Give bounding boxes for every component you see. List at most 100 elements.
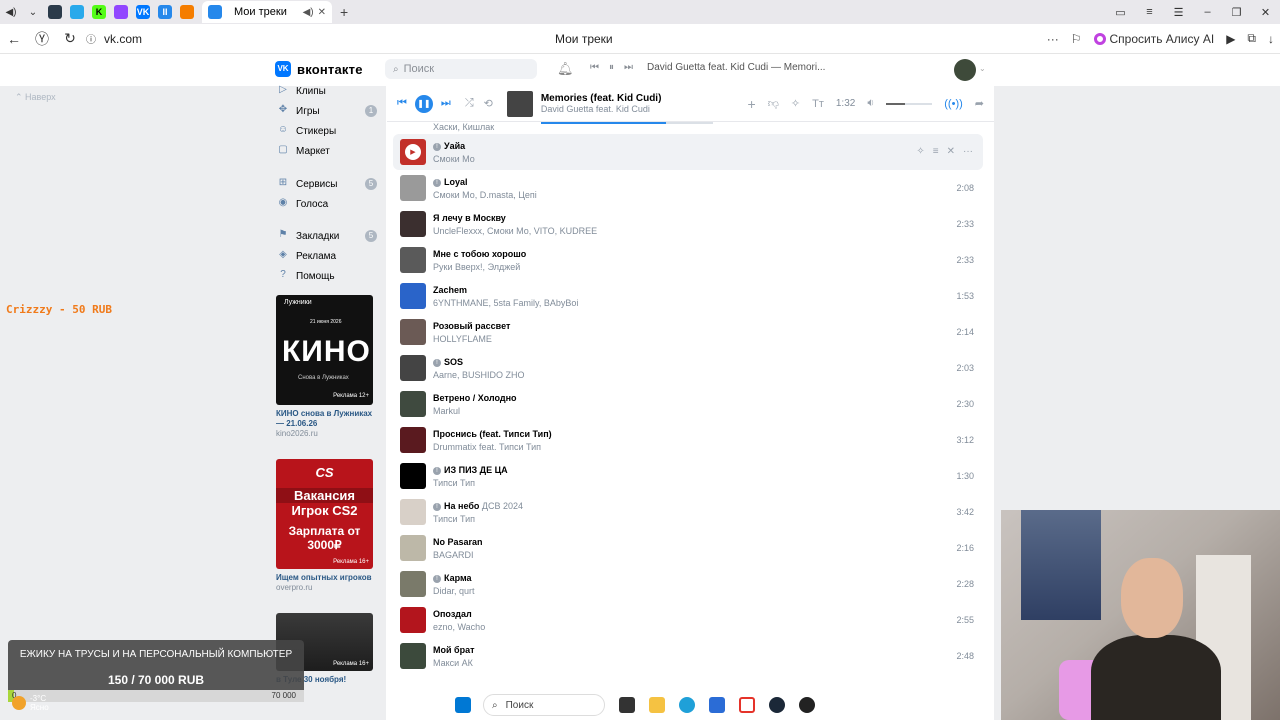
track-cover[interactable] — [400, 571, 426, 597]
downloads-icon[interactable]: ↓ — [1268, 32, 1274, 46]
pinned-tab-donation[interactable] — [180, 5, 194, 19]
sidebar-item-market[interactable]: ▢ Маркет — [276, 144, 377, 158]
pause-button[interactable]: ❚❚ — [414, 94, 433, 113]
tab-mute-icon[interactable]: ◀) — [303, 7, 314, 18]
sidebar-item-clips[interactable]: ▷ Клипы — [276, 84, 377, 98]
ad-image[interactable]: CS Вакансия Игрок CS2 Зарплата от 3000₽ … — [276, 459, 373, 569]
track-title-line[interactable]: ! Карма — [433, 573, 472, 583]
sparkle-icon[interactable]: ✧ — [791, 97, 800, 110]
track-cover[interactable] — [400, 355, 426, 381]
ad-image[interactable]: Лужники 21 июня 2026 КИНО Снова в Лужник… — [276, 295, 373, 405]
track-title-line[interactable]: ! ИЗ ПИЗ ДЕ ЦА — [433, 465, 508, 475]
track-row[interactable]: Опоздал ezno, Wacho 2:55 — [393, 602, 983, 638]
mini-player-track[interactable]: David Guetta feat. Kid Cudi — Memori... — [647, 62, 825, 73]
track-row[interactable]: No Pasaran BAGARDI 2:16 — [393, 530, 983, 566]
alice-button[interactable]: Спросить Алису AI — [1093, 32, 1214, 46]
track-cover[interactable] — [400, 283, 426, 309]
search-box[interactable]: ⌕ — [385, 59, 537, 79]
track-artist[interactable]: HOLLYFLAME — [433, 334, 492, 344]
track-artist[interactable]: UncleFlexxx, Смоки Мо, VITO, KUDREE — [433, 226, 597, 236]
track-cover[interactable] — [400, 319, 426, 345]
track-cover[interactable] — [400, 643, 426, 669]
track-row[interactable]: ▶! Уайа Смоки Мо ✧ ≡ ✕ ··· — [393, 134, 983, 170]
track-cover[interactable] — [400, 499, 426, 525]
video-icon[interactable]: ▶ — [1226, 32, 1235, 46]
edge-icon[interactable] — [679, 697, 695, 713]
obs-icon[interactable] — [799, 697, 815, 713]
track-artist[interactable]: 6YNTHMANE, 5sta Family, BAbyBoi — [433, 298, 578, 308]
avatar[interactable] — [954, 59, 976, 81]
bookmarks-bar-icon[interactable]: ≡ — [1135, 6, 1164, 18]
sidebar-item-votes[interactable]: ◉ Голоса — [276, 197, 377, 211]
track-cover[interactable] — [400, 463, 426, 489]
track-artist[interactable]: Типси Тип — [433, 478, 475, 488]
track-artist[interactable]: Макси АК — [433, 658, 473, 668]
ad-title[interactable]: Ищем опытных игроков — [276, 573, 373, 583]
mini-next-icon[interactable]: ⏭︎ — [624, 62, 633, 73]
search-input[interactable] — [403, 63, 524, 75]
extensions-icon[interactable]: ⧉ — [1247, 31, 1256, 46]
close-window-icon[interactable]: ✕ — [1251, 6, 1280, 19]
broadcast-icon[interactable]: ((•)) — [944, 98, 963, 110]
pinned-tab-1[interactable] — [48, 5, 62, 19]
url-field[interactable]: vk.com — [104, 32, 142, 46]
yandex-icon[interactable]: Ⓨ — [28, 29, 56, 49]
volume-slider[interactable] — [886, 102, 933, 105]
track-artist[interactable]: Aarne, BUSHIDO ZHO — [433, 370, 525, 380]
track-row[interactable]: ! Loyal Смоки Мо, D.masta, Цепі 2:08 — [393, 170, 983, 206]
ad-kino[interactable]: Лужники 21 июня 2026 КИНО Снова в Лужник… — [276, 295, 373, 438]
sidebar-item-bookmarks[interactable]: ⚑ Закладки 5 — [276, 229, 377, 243]
sidebar-item-help[interactable]: ? Помощь — [276, 269, 377, 283]
shuffle-icon[interactable]: ⤮ — [465, 97, 474, 110]
store-icon[interactable] — [709, 697, 725, 713]
track-artist[interactable]: Смоки Мо, D.masta, Цепі — [433, 190, 537, 200]
track-artist[interactable]: Руки Вверх!, Элджей — [433, 262, 520, 272]
track-title-line[interactable]: Мне с тобою хорошо — [433, 249, 526, 259]
scroll-top-button[interactable]: ⌃ Наверх — [15, 92, 56, 103]
tab-close-icon[interactable]: ✕ — [318, 7, 326, 18]
maximize-icon[interactable]: ❐ — [1222, 6, 1251, 19]
mini-pause-icon[interactable]: ⏸︎ — [609, 62, 614, 73]
collections-icon[interactable]: ▭ — [1106, 6, 1135, 19]
track-cover[interactable] — [400, 535, 426, 561]
active-tab[interactable]: Мои треки ◀) ✕ — [202, 1, 332, 23]
notifications-bell-icon[interactable]: 🔔︎ — [557, 61, 574, 77]
track-row[interactable]: Мне с тобою хорошо Руки Вверх!, Элджей 2:3… — [393, 242, 983, 278]
track-row[interactable]: Zachem 6YNTHMANE, 5sta Family, BAbyBoi 1:5… — [393, 278, 983, 314]
track-play-button[interactable]: ▶ — [400, 139, 426, 165]
track-row[interactable]: ! На небо ДСВ 2024 Типси Тип 3:42 — [393, 494, 983, 530]
track-cover[interactable] — [400, 607, 426, 633]
track-title-line[interactable]: Опоздал — [433, 609, 472, 619]
volume-icon[interactable]: 🔉︎ — [867, 97, 874, 110]
now-playing-cover[interactable] — [506, 90, 533, 117]
reload-icon[interactable]: ↻ — [56, 30, 84, 47]
new-tab-button[interactable]: + — [340, 4, 348, 20]
chevron-down-icon[interactable]: ⌄ — [979, 64, 986, 73]
remove-icon[interactable]: ✕ — [947, 146, 955, 157]
next-track-icon[interactable]: ⏭︎ — [441, 97, 451, 110]
sparkle-icon[interactable]: ✧ — [916, 146, 924, 157]
track-artist[interactable]: Смоки Мо — [433, 154, 475, 164]
track-artist[interactable]: Didar, qurt — [433, 586, 475, 596]
more-icon[interactable]: ··· — [963, 146, 973, 157]
track-row[interactable]: Проснись (feat. Типси Тип) Drummatix feat… — [393, 422, 983, 458]
lyrics-icon[interactable]: Tт — [812, 98, 824, 110]
track-cover[interactable] — [400, 247, 426, 273]
track-row[interactable]: Мой брат Макси АК 2:48 — [393, 638, 983, 674]
pinned-tab-twitch[interactable] — [114, 5, 128, 19]
audio-icon[interactable]: ◀) — [0, 0, 22, 24]
pinned-tab-kick[interactable]: K — [92, 5, 106, 19]
track-title-line[interactable]: Zachem — [433, 285, 467, 295]
bookmark-icon[interactable]: ⚐ — [1071, 32, 1082, 46]
track-title-line[interactable]: ! На небо ДСВ 2024 — [433, 501, 523, 511]
track-artist[interactable]: ezno, Wacho — [433, 622, 485, 632]
now-playing-info[interactable]: Memories (feat. Kid Cudi) David Guetta f… — [540, 93, 713, 124]
track-title-line[interactable]: Я лечу в Москву — [433, 213, 506, 223]
track-row[interactable]: Розовый рассвет HOLLYFLAME 2:14 — [393, 314, 983, 350]
track-title-line[interactable]: ! Loyal — [433, 177, 468, 187]
track-title-line[interactable]: No Pasaran — [433, 537, 483, 547]
track-artist[interactable]: BAGARDI — [433, 550, 474, 560]
track-title-line[interactable]: ! Уайа — [433, 141, 465, 151]
add-icon[interactable]: + — [748, 96, 756, 112]
tabs-dropdown-icon[interactable]: ⌄ — [22, 0, 44, 24]
